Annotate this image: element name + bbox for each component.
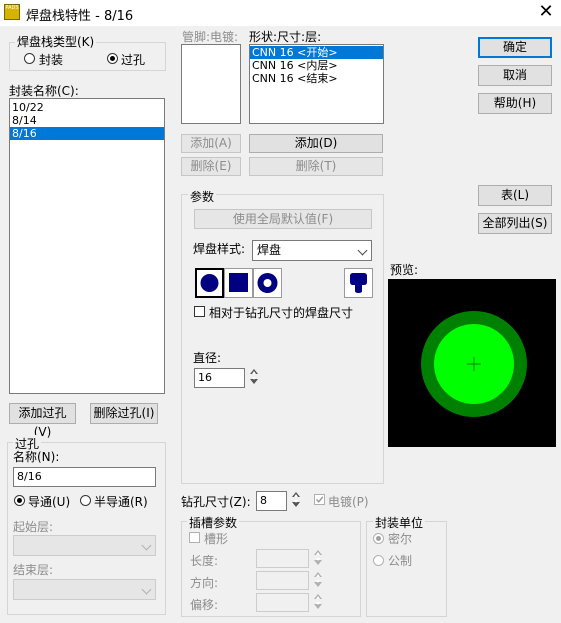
start-layer-select[interactable] [13, 535, 156, 556]
chevron-down-icon [141, 584, 152, 595]
pad-style-label: 焊盘样式: [193, 242, 246, 256]
via-name-field[interactable]: 8/16 [13, 467, 156, 487]
plated-label: 电镀(P) [328, 495, 369, 509]
radio-package[interactable] [24, 53, 35, 64]
odd-shape-pad-icon [350, 273, 367, 293]
chevron-down-icon [357, 245, 368, 256]
pin-plating-label: 管脚:电镀: [182, 30, 239, 44]
cancel-button[interactable]: 取消 [478, 65, 552, 86]
slot-direction-label: 方向: [190, 576, 219, 590]
pin-plating-list[interactable] [181, 44, 241, 124]
preview-label: 预览: [390, 263, 419, 277]
list-item[interactable]: 8/16 [10, 127, 164, 140]
square-pad-icon [229, 273, 248, 292]
spin-down-icon[interactable] [292, 500, 300, 507]
preview-canvas [388, 279, 556, 447]
spin-down-icon[interactable] [314, 558, 322, 565]
slot-params-label: 插槽参数 [187, 514, 240, 531]
params-group [181, 194, 384, 484]
package-names-list[interactable]: 10/22 8/14 8/16 [9, 98, 165, 394]
slot-offset-field[interactable] [256, 593, 309, 612]
diameter-spinner[interactable] [249, 368, 259, 388]
pads-app-icon: PADS [4, 4, 20, 20]
pad-preview-graphic [388, 279, 556, 447]
spin-down-icon[interactable] [250, 377, 258, 384]
via-name-label: 名称(N): [13, 450, 60, 464]
window-title: 焊盘栈特性 - 8/16 [26, 9, 134, 24]
round-pad-button[interactable] [195, 268, 224, 298]
slot-checkbox[interactable] [189, 532, 200, 543]
list-item[interactable]: CNN 16 <开始> [250, 46, 383, 59]
slot-length-field[interactable] [256, 549, 309, 568]
ok-button[interactable]: 确定 [478, 37, 552, 58]
shape-delete-button[interactable]: 删除(T) [249, 157, 383, 176]
pad-style-select[interactable]: 焊盘 [252, 240, 372, 261]
radio-via-label: 过孔 [121, 53, 146, 67]
pad-stack-type-label: 焊盘栈类型(K) [15, 33, 97, 50]
list-item[interactable]: CNN 16 <内层> [250, 59, 383, 72]
slot-length-spinner[interactable] [313, 549, 323, 569]
list-item[interactable]: 10/22 [10, 101, 164, 114]
plated-checkbox[interactable] [314, 494, 325, 505]
list-item[interactable]: 8/14 [10, 114, 164, 127]
start-layer-label: 起始层: [13, 520, 54, 534]
checkmark-icon [315, 496, 324, 503]
radio-partial[interactable] [80, 495, 91, 506]
radio-via[interactable] [107, 53, 118, 64]
round-pad-icon [200, 274, 219, 292]
params-label: 参数 [188, 188, 217, 205]
pad-style-value: 焊盘 [257, 243, 282, 257]
package-names-label: 封装名称(C): [9, 84, 79, 98]
list-item[interactable]: CNN 16 <结束> [250, 72, 383, 85]
shape-add-button[interactable]: 添加(D) [249, 134, 383, 153]
annular-pad-button[interactable] [253, 268, 282, 298]
relative-to-drill-label: 相对于钻孔尺寸的焊盘尺寸 [209, 306, 354, 320]
spin-up-icon[interactable] [314, 594, 322, 599]
slot-offset-spinner[interactable] [313, 593, 323, 613]
slot-direction-field[interactable] [256, 571, 309, 590]
radio-metric-label: 公制 [388, 554, 413, 568]
spin-up-icon[interactable] [314, 572, 322, 577]
radio-metric[interactable] [373, 555, 384, 566]
slot-offset-label: 偏移: [190, 598, 219, 612]
radio-mil[interactable] [373, 533, 384, 544]
radio-package-label: 封装 [39, 53, 64, 67]
units-label: 封装单位 [373, 514, 426, 531]
slot-label: 槽形 [204, 532, 229, 546]
diameter-label: 直径: [193, 351, 222, 365]
odd-shape-pad-button[interactable] [344, 268, 373, 298]
radio-partial-label: 半导通(R) [94, 495, 148, 509]
pin-add-button[interactable]: 添加(A) [181, 134, 241, 153]
pin-delete-button[interactable]: 删除(E) [181, 157, 241, 176]
spin-up-icon[interactable] [314, 550, 322, 555]
add-via-button[interactable]: 添加过孔(V) [9, 403, 76, 439]
diameter-field[interactable]: 16 [194, 368, 245, 388]
annular-pad-icon [257, 273, 278, 293]
radio-mil-label: 密尔 [388, 532, 413, 546]
list-all-button[interactable]: 全部列出(S) [478, 213, 552, 234]
delete-via-button[interactable]: 删除过孔(I) [90, 403, 158, 424]
spin-down-icon[interactable] [314, 602, 322, 609]
spin-down-icon[interactable] [314, 580, 322, 587]
spin-up-icon[interactable] [292, 492, 300, 497]
drill-size-field[interactable]: 8 [256, 491, 287, 511]
chevron-down-icon [141, 540, 152, 551]
slot-direction-spinner[interactable] [313, 571, 323, 591]
shape-list[interactable]: CNN 16 <开始> CNN 16 <内层> CNN 16 <结束> [249, 44, 384, 124]
radio-through-label: 导通(U) [28, 495, 71, 509]
drill-size-label: 钻孔尺寸(Z): [181, 495, 251, 509]
slot-length-label: 长度: [190, 554, 219, 568]
end-layer-select[interactable] [13, 579, 156, 600]
help-button[interactable]: 帮助(H) [478, 93, 552, 114]
square-pad-button[interactable] [224, 268, 253, 298]
use-global-defaults-button[interactable]: 使用全局默认值(F) [194, 209, 372, 229]
end-layer-label: 结束层: [13, 563, 54, 577]
radio-through[interactable] [14, 495, 25, 506]
shape-list-label: 形状:尺寸:层: [249, 30, 322, 44]
drill-size-spinner[interactable] [291, 491, 301, 511]
close-icon[interactable]: ✕ [536, 1, 556, 22]
table-button[interactable]: 表(L) [478, 185, 552, 206]
relative-to-drill-checkbox[interactable] [194, 306, 205, 317]
spin-up-icon[interactable] [250, 369, 258, 374]
